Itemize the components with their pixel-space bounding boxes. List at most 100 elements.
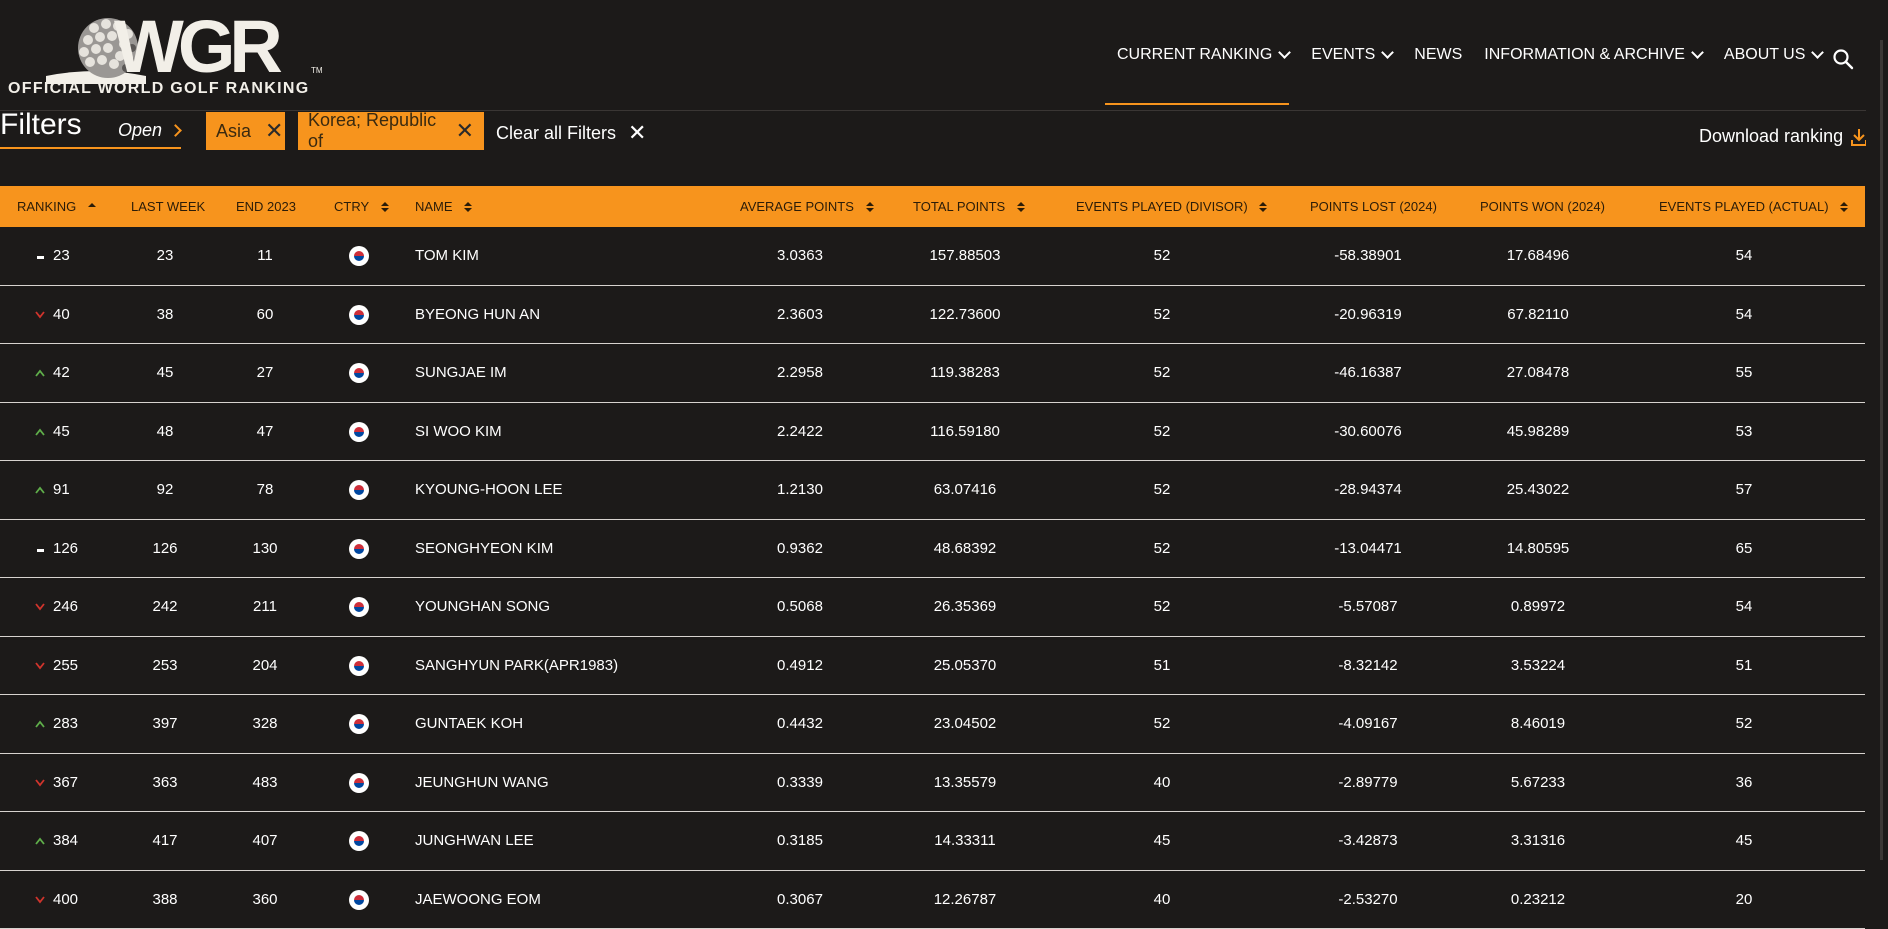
player-name-link[interactable]: JEUNGHUN WANG (415, 754, 549, 811)
points-lost-cell: -28.94374 (1318, 461, 1418, 518)
table-row[interactable]: 367JEUNGHUN WANG3634830.333913.3557940-2… (0, 754, 1865, 813)
table-row[interactable]: 126SEONGHYEON KIM1261300.936248.6839252-… (0, 520, 1865, 579)
points-won-cell: 17.68496 (1488, 227, 1588, 284)
player-name-link[interactable]: JAEWOONG EOM (415, 871, 541, 928)
col-events-played-actual[interactable]: EVENTS PLAYED (ACTUAL) (1659, 186, 1848, 227)
table-row[interactable]: 40BYEONG HUN AN38602.3603122.7360052-20.… (0, 286, 1865, 345)
player-name-link[interactable]: SUNGJAE IM (415, 344, 507, 401)
close-icon[interactable]: ✕ (265, 118, 283, 144)
wgr-logo[interactable]: WGR TM OFFICIAL WORLD GOLF RANKING (6, 10, 326, 100)
korea-flag-icon (349, 831, 369, 851)
scrollbar-track[interactable] (1866, 0, 1888, 901)
korea-flag-icon (349, 597, 369, 617)
rank-up-icon (35, 812, 45, 869)
close-icon[interactable]: ✕ (456, 118, 474, 144)
nav-events[interactable]: EVENTS (1311, 46, 1392, 64)
logo-subtitle: OFFICIAL WORLD GOLF RANKING (8, 80, 309, 98)
korea-flag-icon (349, 714, 369, 734)
table-row[interactable]: 283GUNTAEK KOH3973280.443223.0450252-4.0… (0, 695, 1865, 754)
filters-heading: Filters (0, 108, 82, 142)
active-nav-indicator (1105, 103, 1289, 105)
filters-underline (0, 147, 181, 149)
average-points-cell: 0.4432 (770, 695, 830, 752)
table-row[interactable]: 91KYOUNG-HOON LEE92781.213063.0741652-28… (0, 461, 1865, 520)
total-points-cell: 48.68392 (915, 520, 1015, 577)
col-average-points[interactable]: AVERAGE POINTS (740, 186, 874, 227)
ranking-cell: 246 (53, 578, 78, 635)
total-points-cell: 63.07416 (915, 461, 1015, 518)
download-ranking-button[interactable]: Download ranking (1699, 126, 1867, 147)
rank-down-icon (35, 871, 45, 928)
player-name-link[interactable]: SEONGHYEON KIM (415, 520, 553, 577)
ranking-cell: 400 (53, 871, 78, 928)
korea-flag-icon (349, 480, 369, 500)
points-won-cell: 27.08478 (1488, 344, 1588, 401)
player-name-link[interactable]: YOUNGHAN SONG (415, 578, 550, 635)
player-name-link[interactable]: KYOUNG-HOON LEE (415, 461, 563, 518)
average-points-cell: 0.9362 (770, 520, 830, 577)
korea-flag-icon (349, 305, 369, 325)
ranking-cell: 23 (53, 227, 70, 284)
events-actual-cell: 45 (1729, 812, 1759, 869)
sort-ascending-icon (88, 201, 96, 213)
sort-icon (1840, 201, 1848, 213)
table-row[interactable]: 45SI WOO KIM48472.2422116.5918052-30.600… (0, 403, 1865, 462)
chevron-right-icon (169, 124, 182, 137)
ranking-cell: 91 (53, 461, 70, 518)
nav-information-archive[interactable]: INFORMATION & ARCHIVE (1484, 46, 1702, 64)
sort-icon (381, 201, 389, 213)
nav-news[interactable]: NEWS (1414, 46, 1462, 64)
sort-icon (464, 201, 472, 213)
total-points-cell: 25.05370 (915, 637, 1015, 694)
points-lost-cell: -13.04471 (1318, 520, 1418, 577)
player-name-link[interactable]: JUNGHWAN LEE (415, 812, 534, 869)
table-row[interactable]: 42SUNGJAE IM45272.2958119.3828352-46.163… (0, 344, 1865, 403)
rank-down-icon (35, 754, 45, 811)
col-total-points[interactable]: TOTAL POINTS (913, 186, 1025, 227)
points-lost-cell: -3.42873 (1318, 812, 1418, 869)
end-2023-cell: 60 (235, 286, 295, 343)
table-row[interactable]: 246YOUNGHAN SONG2422110.506826.3536952-5… (0, 578, 1865, 637)
table-row[interactable]: 23TOM KIM23113.0363157.8850352-58.389011… (0, 227, 1865, 286)
col-ranking[interactable]: RANKING (17, 186, 96, 227)
download-icon (1851, 128, 1867, 146)
events-divisor-cell: 40 (1145, 754, 1179, 811)
table-row[interactable]: 255SANGHYUN PARK(APR1983)2532040.491225.… (0, 637, 1865, 696)
points-won-cell: 3.31316 (1488, 812, 1588, 869)
filter-chip-asia[interactable]: Asia✕ (206, 112, 285, 150)
search-icon[interactable] (1832, 48, 1854, 70)
col-events-played-divisor[interactable]: EVENTS PLAYED (DIVISOR) (1076, 186, 1267, 227)
events-divisor-cell: 52 (1145, 520, 1179, 577)
player-name-link[interactable]: TOM KIM (415, 227, 479, 284)
sort-icon (866, 201, 874, 213)
last-week-cell: 126 (135, 520, 195, 577)
table-row[interactable]: 400JAEWOONG EOM3883600.306712.2678740-2.… (0, 871, 1865, 929)
clear-all-filters-button[interactable]: Clear all Filters✕ (496, 120, 646, 146)
nav-about-us[interactable]: ABOUT US (1724, 46, 1823, 64)
events-actual-cell: 20 (1729, 871, 1759, 928)
col-country[interactable]: CTRY (334, 186, 389, 227)
player-name-link[interactable]: SANGHYUN PARK(APR1983) (415, 637, 618, 694)
last-week-cell: 417 (135, 812, 195, 869)
rank-up-icon (35, 403, 45, 460)
total-points-cell: 157.88503 (915, 227, 1015, 284)
scrollbar-thumb[interactable] (1880, 40, 1883, 860)
filter-chip-korea[interactable]: Korea; Republic of✕ (298, 112, 484, 150)
nav-current-ranking[interactable]: CURRENT RANKING (1117, 46, 1289, 64)
ranking-cell: 126 (53, 520, 78, 577)
average-points-cell: 1.2130 (770, 461, 830, 518)
average-points-cell: 2.2422 (770, 403, 830, 460)
open-filters-button[interactable]: Open (118, 120, 180, 141)
player-name-link[interactable]: BYEONG HUN AN (415, 286, 540, 343)
site-header: WGR TM OFFICIAL WORLD GOLF RANKING CURRE… (0, 0, 1888, 111)
player-name-link[interactable]: SI WOO KIM (415, 403, 502, 460)
last-week-cell: 48 (135, 403, 195, 460)
table-row[interactable]: 384JUNGHWAN LEE4174070.318514.3331145-3.… (0, 812, 1865, 871)
events-divisor-cell: 52 (1145, 403, 1179, 460)
korea-flag-icon (349, 246, 369, 266)
events-actual-cell: 54 (1729, 578, 1759, 635)
events-actual-cell: 65 (1729, 520, 1759, 577)
player-name-link[interactable]: GUNTAEK KOH (415, 695, 523, 752)
col-name[interactable]: NAME (415, 186, 472, 227)
rank-up-icon (35, 461, 45, 518)
